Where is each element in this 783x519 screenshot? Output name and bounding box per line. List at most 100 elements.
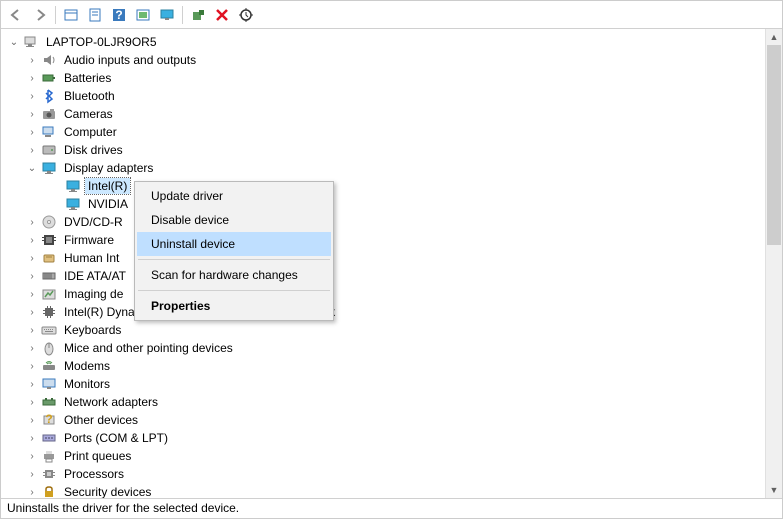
expand-icon[interactable]: › (25, 107, 39, 121)
expand-icon[interactable]: › (25, 467, 39, 481)
tree-node-label: Imaging de (61, 286, 126, 302)
expand-icon[interactable]: › (25, 449, 39, 463)
back-button[interactable] (5, 4, 27, 26)
expand-icon[interactable]: › (25, 377, 39, 391)
pc-icon (23, 34, 39, 50)
tree-node[interactable]: ›Security devices (3, 483, 763, 498)
tree-node-label: DVD/CD-R (61, 214, 126, 230)
tree-node[interactable]: › Network adapters (3, 393, 763, 411)
forward-button[interactable] (29, 4, 51, 26)
tree-node-label: Firmware (61, 232, 117, 248)
tree-node[interactable]: › Modems (3, 357, 763, 375)
expand-icon[interactable]: › (25, 485, 39, 498)
properties-button[interactable] (84, 4, 106, 26)
menu-disable-device[interactable]: Disable device (137, 208, 331, 232)
tree-node[interactable]: › Imaging de (3, 285, 763, 303)
expand-icon[interactable]: › (25, 89, 39, 103)
expand-icon[interactable]: › (25, 431, 39, 445)
mouse-icon (41, 340, 57, 356)
tree-node-label: Display adapters (61, 160, 156, 176)
tree-node[interactable]: › Mice and other pointing devices (3, 339, 763, 357)
tree-node[interactable]: › Print queues (3, 447, 763, 465)
tree-node[interactable]: ›?Other devices (3, 411, 763, 429)
scan-hardware-button[interactable] (235, 4, 257, 26)
expand-icon[interactable]: › (25, 305, 39, 319)
disk-icon (41, 142, 57, 158)
expand-icon[interactable]: › (25, 287, 39, 301)
expand-icon[interactable]: › (25, 53, 39, 67)
tree-node[interactable]: › Computer (3, 123, 763, 141)
expand-icon[interactable]: › (25, 143, 39, 157)
expand-icon[interactable]: › (25, 233, 39, 247)
context-menu: Update driver Disable device Uninstall d… (134, 181, 334, 321)
tree-node[interactable]: ›Intel(R) Dynamic Platform and Thermal F… (3, 303, 763, 321)
tree-node[interactable]: ›Bluetooth (3, 87, 763, 105)
printer-icon (41, 448, 57, 464)
tree-node[interactable]: › Monitors (3, 375, 763, 393)
tree-node-label: Monitors (61, 376, 113, 392)
tree-node[interactable]: ›Ports (COM & LPT) (3, 429, 763, 447)
expand-icon[interactable]: › (25, 125, 39, 139)
tree-node-label: Audio inputs and outputs (61, 52, 199, 68)
menu-properties[interactable]: Properties (137, 294, 331, 318)
tree-node[interactable]: ⌄ Display adapters (3, 159, 763, 177)
tree-node[interactable]: ›Cameras (3, 105, 763, 123)
expand-icon[interactable]: › (25, 323, 39, 337)
tree-node[interactable]: › Human Int (3, 249, 763, 267)
port-icon (41, 430, 57, 446)
tree-node[interactable]: ›Disk drives (3, 141, 763, 159)
tree-node-label: Human Int (61, 250, 122, 266)
tree-node[interactable]: ⌄LAPTOP-0LJR9OR5 (3, 33, 763, 51)
menu-scan-hardware[interactable]: Scan for hardware changes (137, 263, 331, 287)
tree-node-label: Processors (61, 466, 127, 482)
dvd-icon (41, 214, 57, 230)
bluetooth-icon (41, 88, 57, 104)
expand-icon[interactable]: › (25, 341, 39, 355)
tree-node-label: Print queues (61, 448, 134, 464)
network-icon (41, 394, 57, 410)
other-icon: ? (41, 412, 57, 428)
expand-icon[interactable]: › (25, 251, 39, 265)
update-button[interactable] (132, 4, 154, 26)
expand-icon[interactable]: › (25, 269, 39, 283)
expand-icon[interactable]: › (25, 359, 39, 373)
tree-node[interactable]: ›Keyboards (3, 321, 763, 339)
menu-uninstall-device[interactable]: Uninstall device (137, 232, 331, 256)
help-button[interactable]: ? (108, 4, 130, 26)
tree-node-label: Modems (61, 358, 113, 374)
show-hidden-button[interactable] (60, 4, 82, 26)
status-bar: Uninstalls the driver for the selected d… (1, 498, 782, 518)
scroll-down-icon[interactable]: ▼ (766, 482, 782, 498)
scrollbar-thumb[interactable] (767, 45, 781, 245)
vertical-scrollbar[interactable]: ▲ ▼ (765, 29, 782, 498)
collapse-icon[interactable]: ⌄ (7, 35, 21, 49)
scroll-up-icon[interactable]: ▲ (766, 29, 782, 45)
tree-node[interactable]: › Audio inputs and outputs (3, 51, 763, 69)
menu-update-driver[interactable]: Update driver (137, 184, 331, 208)
add-legacy-button[interactable] (187, 4, 209, 26)
expand-icon[interactable]: › (25, 413, 39, 427)
device-tree[interactable]: ⌄LAPTOP-0LJR9OR5 › Audio inputs and output… (1, 29, 765, 498)
tree-node-label: Intel(R) (85, 178, 130, 194)
tree-node[interactable]: ›Batteries (3, 69, 763, 87)
svg-text:?: ? (115, 8, 122, 22)
tree-node[interactable]: NVIDIA (3, 195, 763, 213)
expand-icon[interactable]: › (25, 395, 39, 409)
expand-icon[interactable]: › (25, 71, 39, 85)
scan-monitor-button[interactable] (156, 4, 178, 26)
expand-icon[interactable]: › (25, 215, 39, 229)
toolbar: ? (1, 1, 782, 29)
tree-node[interactable]: Intel(R) (3, 177, 763, 195)
svg-text:?: ? (45, 412, 52, 426)
tree-node-label: Mice and other pointing devices (61, 340, 236, 356)
tree-node-label: Computer (61, 124, 120, 140)
collapse-icon[interactable]: ⌄ (25, 161, 39, 175)
security-icon (41, 484, 57, 498)
tree-node[interactable]: ›IDE ATA/AT (3, 267, 763, 285)
tree-node[interactable]: › Processors (3, 465, 763, 483)
tree-node[interactable]: › DVD/CD-R (3, 213, 763, 231)
tree-node-label: Network adapters (61, 394, 161, 410)
tree-node[interactable]: › Firmware (3, 231, 763, 249)
display-icon (65, 196, 81, 212)
remove-button[interactable] (211, 4, 233, 26)
